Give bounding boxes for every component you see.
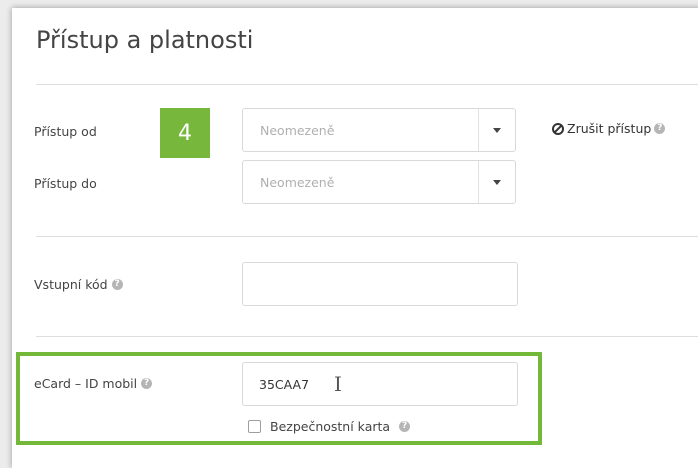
access-to-select[interactable]: Neomezeně (242, 160, 516, 204)
access-from-value: Neomezeně (260, 122, 335, 138)
chevron-down-icon (493, 127, 501, 133)
ecard-highlight-frame (16, 352, 542, 445)
help-icon[interactable]: ? (654, 123, 666, 134)
help-icon[interactable]: ? (111, 279, 123, 290)
access-to-value: Neomezeně (260, 174, 335, 190)
chevron-down-icon (493, 179, 501, 185)
entry-code-input[interactable] (242, 262, 518, 306)
access-from-label: Přístup od (34, 124, 97, 139)
divider (36, 336, 698, 337)
step-badge: 4 (160, 108, 210, 158)
access-to-dropdown-toggle[interactable] (478, 161, 515, 203)
divider (36, 236, 698, 237)
section-title: Přístup a platnosti (36, 26, 254, 54)
access-to-label: Přístup do (34, 176, 97, 191)
divider (36, 84, 698, 85)
access-from-dropdown-toggle[interactable] (478, 109, 515, 151)
ban-icon (552, 122, 564, 135)
revoke-access-link[interactable]: Zrušit přístup ? (552, 121, 666, 136)
access-from-select[interactable]: Neomezeně (242, 108, 516, 152)
entry-code-label: Vstupní kód ? (34, 277, 123, 292)
